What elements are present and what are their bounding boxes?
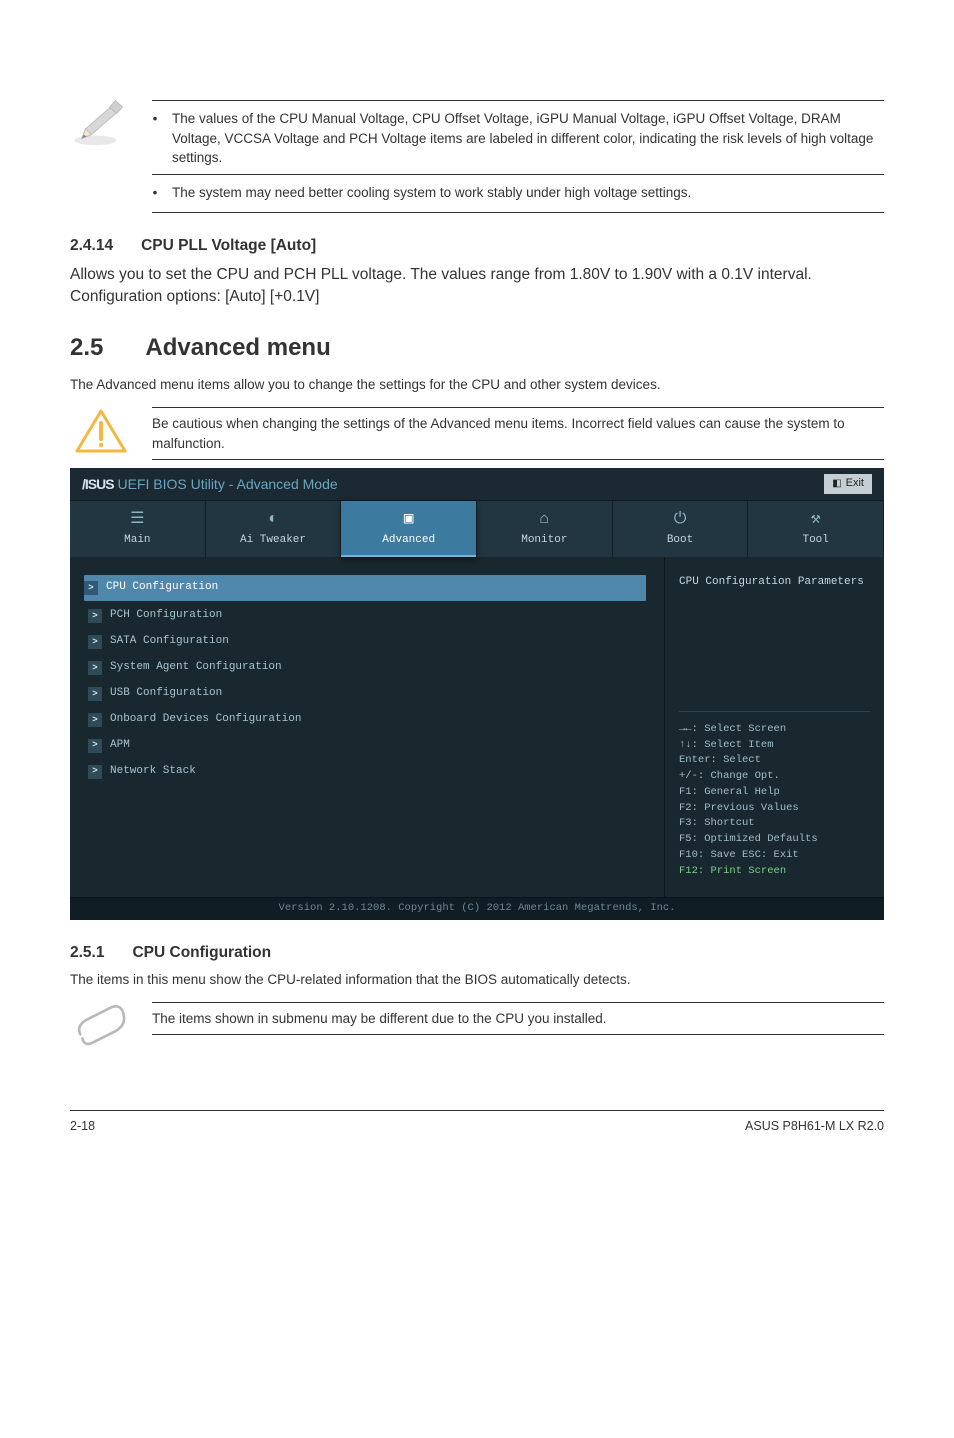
note-divider bbox=[152, 174, 884, 175]
tweaker-icon: ◐ bbox=[268, 511, 278, 527]
chevron-right-icon: > bbox=[88, 635, 102, 649]
note-item: The system may need better cooling syste… bbox=[172, 183, 691, 203]
chevron-right-icon: > bbox=[88, 661, 102, 675]
body-text: Allows you to set the CPU and PCH PLL vo… bbox=[70, 264, 884, 309]
menu-item-network-stack[interactable]: >Network Stack bbox=[88, 759, 646, 785]
note-info: The items shown in submenu may be differ… bbox=[70, 1002, 884, 1050]
menu-item-sata-config[interactable]: >SATA Configuration bbox=[88, 629, 646, 655]
exit-button[interactable]: Exit bbox=[824, 474, 872, 494]
bios-screenshot: /ISUS UEFI BIOS Utility - Advanced Mode … bbox=[70, 468, 884, 919]
help-keys: →←: Select Screen ↑↓: Select Item Enter:… bbox=[679, 711, 870, 880]
note-body: The items shown in submenu may be differ… bbox=[152, 1002, 884, 1036]
section-heading: 2.5 Advanced menu bbox=[70, 331, 884, 366]
tab-ai-tweaker[interactable]: ◐ Ai Tweaker bbox=[206, 501, 342, 557]
chevron-right-icon: > bbox=[88, 765, 102, 779]
product-name: ASUS P8H61-M LX R2.0 bbox=[745, 1117, 884, 1135]
body-text: The items in this menu show the CPU-rela… bbox=[70, 970, 884, 990]
bios-help-panel: CPU Configuration Parameters →←: Select … bbox=[664, 557, 884, 897]
bios-menu-list: >CPU Configuration >PCH Configuration >S… bbox=[70, 557, 664, 897]
note-caution: Be cautious when changing the settings o… bbox=[70, 407, 884, 460]
menu-item-cpu-config[interactable]: >CPU Configuration bbox=[84, 575, 646, 601]
caution-text: Be cautious when changing the settings o… bbox=[152, 416, 845, 451]
chevron-right-icon: > bbox=[88, 609, 102, 623]
tab-monitor[interactable]: ⌂ Monitor bbox=[477, 501, 613, 557]
chevron-right-icon: > bbox=[88, 739, 102, 753]
tab-boot[interactable]: ⏻ Boot bbox=[613, 501, 749, 557]
tab-main[interactable]: ☰ Main bbox=[70, 501, 206, 557]
subsection-heading: 2.4.14 CPU PLL Voltage [Auto] bbox=[70, 235, 884, 257]
note-item: The values of the CPU Manual Voltage, CP… bbox=[172, 109, 884, 168]
page-number: 2-18 bbox=[70, 1117, 95, 1135]
subsection-heading: 2.5.1 CPU Configuration bbox=[70, 942, 884, 964]
bios-main: >CPU Configuration >PCH Configuration >S… bbox=[70, 557, 884, 897]
subsection-number: 2.4.14 bbox=[70, 235, 113, 257]
subsection-number: 2.5.1 bbox=[70, 942, 104, 964]
subsection-title: CPU PLL Voltage [Auto] bbox=[141, 235, 316, 257]
power-icon: ⏻ bbox=[674, 511, 687, 527]
section-title: Advanced menu bbox=[145, 331, 330, 366]
bios-title: /ISUS UEFI BIOS Utility - Advanced Mode bbox=[82, 474, 338, 494]
monitor-icon: ⌂ bbox=[540, 511, 550, 527]
menu-item-pch-config[interactable]: >PCH Configuration bbox=[88, 603, 646, 629]
bullet-icon: • bbox=[152, 109, 158, 129]
menu-item-onboard-devices[interactable]: >Onboard Devices Configuration bbox=[88, 707, 646, 733]
chevron-right-icon: > bbox=[88, 687, 102, 701]
page-footer: 2-18 ASUS P8H61-M LX R2.0 bbox=[70, 1110, 884, 1135]
menu-item-usb-config[interactable]: >USB Configuration bbox=[88, 681, 646, 707]
section-number: 2.5 bbox=[70, 331, 103, 366]
bios-footer: Version 2.10.1208. Copyright (C) 2012 Am… bbox=[70, 897, 884, 919]
note-voltage: • The values of the CPU Manual Voltage, C… bbox=[70, 100, 884, 213]
bios-brand: /ISUS bbox=[82, 476, 114, 492]
caution-icon bbox=[70, 407, 132, 455]
note-body: • The values of the CPU Manual Voltage, C… bbox=[152, 100, 884, 213]
tab-advanced[interactable]: ▣ Advanced bbox=[341, 501, 477, 557]
note-body: Be cautious when changing the settings o… bbox=[152, 407, 884, 460]
help-title: CPU Configuration Parameters bbox=[679, 575, 870, 591]
bullet-icon: • bbox=[152, 183, 158, 203]
bios-titlebar: /ISUS UEFI BIOS Utility - Advanced Mode … bbox=[70, 468, 884, 501]
info-text: The items shown in submenu may be differ… bbox=[152, 1011, 607, 1026]
menu-item-system-agent[interactable]: >System Agent Configuration bbox=[88, 655, 646, 681]
body-text: The Advanced menu items allow you to cha… bbox=[70, 375, 884, 395]
tool-icon: ⚒ bbox=[811, 511, 821, 527]
list-icon: ☰ bbox=[130, 511, 144, 527]
subsection-title: CPU Configuration bbox=[132, 942, 271, 964]
menu-item-apm[interactable]: >APM bbox=[88, 733, 646, 759]
chevron-right-icon: > bbox=[84, 581, 98, 595]
paperclip-icon bbox=[70, 1002, 132, 1050]
tab-tool[interactable]: ⚒ Tool bbox=[748, 501, 884, 557]
pencil-note-icon bbox=[70, 100, 132, 148]
chevron-right-icon: > bbox=[88, 713, 102, 727]
bios-tabs: ☰ Main ◐ Ai Tweaker ▣ Advanced ⌂ Monitor… bbox=[70, 501, 884, 557]
chip-icon: ▣ bbox=[404, 511, 414, 527]
